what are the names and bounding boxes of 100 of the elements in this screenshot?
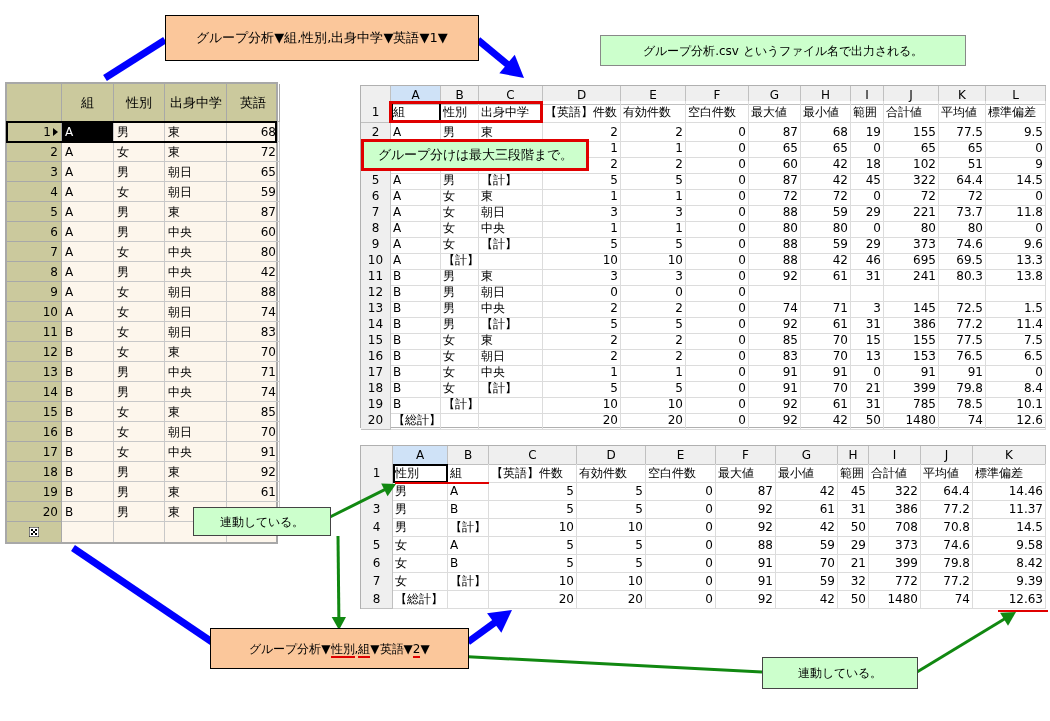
column-header[interactable]: K bbox=[973, 446, 1046, 465]
table-cell-text: 5 bbox=[635, 483, 643, 500]
table-cell-text: 標準偏差 bbox=[975, 465, 1023, 482]
column-header[interactable]: B bbox=[441, 86, 479, 105]
column-header[interactable]: E bbox=[621, 86, 686, 105]
table-cell-text: 女 bbox=[395, 537, 407, 554]
table-cell-text: 0 bbox=[705, 591, 713, 608]
column-header[interactable]: C bbox=[479, 86, 543, 105]
table-cell-text: 92 bbox=[782, 412, 798, 429]
table-cell-text: 32 bbox=[850, 573, 866, 590]
table-cell-text: 範囲 bbox=[853, 103, 877, 121]
table-cell-text: 88 bbox=[782, 204, 798, 221]
table-cell-text: 0 bbox=[738, 188, 746, 205]
column-header[interactable]: G bbox=[749, 86, 801, 105]
column-header[interactable]: D bbox=[543, 86, 621, 105]
column-header[interactable]: H bbox=[838, 446, 869, 465]
checker-icon bbox=[29, 527, 39, 537]
column-header[interactable]: K bbox=[939, 86, 986, 105]
column-header[interactable]: B bbox=[448, 446, 489, 465]
table-cell-text: 46 bbox=[865, 252, 881, 269]
row-number: 14 bbox=[367, 316, 384, 333]
column-header[interactable]: J bbox=[884, 86, 939, 105]
table-cell-text: 女 bbox=[117, 143, 129, 161]
table-cell-text: 77.5 bbox=[956, 332, 983, 349]
column-header[interactable]: F bbox=[686, 86, 749, 105]
row-number: 15 bbox=[367, 332, 384, 349]
column-header[interactable]: C bbox=[489, 446, 577, 465]
table-cell-text: B bbox=[393, 332, 402, 349]
column-header[interactable]: G bbox=[776, 446, 838, 465]
table-cell-text: 77.2 bbox=[956, 316, 983, 333]
table-cell-text: 男 bbox=[443, 300, 455, 317]
table-cell-text: 最大値 bbox=[718, 465, 754, 482]
column-header[interactable]: I bbox=[869, 446, 921, 465]
table-cell-text: 77.2 bbox=[943, 573, 970, 590]
row-number: 13 bbox=[367, 300, 384, 317]
column-header[interactable]: 出身中学 bbox=[165, 84, 227, 122]
row-number: 1 bbox=[372, 465, 381, 482]
table-cell-text: 3 bbox=[873, 300, 881, 317]
table-cell-text: 【計】 bbox=[450, 519, 486, 536]
table-cell-text: 772 bbox=[895, 573, 918, 590]
table-cell-text: 20 bbox=[667, 412, 683, 429]
row-number: 5 bbox=[372, 537, 381, 554]
column-header[interactable]: E bbox=[646, 446, 716, 465]
table-cell-text: 0 bbox=[738, 220, 746, 237]
table-cell-text: 399 bbox=[895, 555, 918, 572]
table-cell-text: 153 bbox=[913, 348, 936, 365]
table-cell-text: 59 bbox=[832, 204, 848, 221]
table-cell-text: 88 bbox=[782, 252, 798, 269]
table-cell-text: 10 bbox=[602, 396, 618, 413]
table-cell-text: 76.5 bbox=[956, 348, 983, 365]
table-cell-text: B bbox=[65, 483, 74, 501]
table-cell-text: 72 bbox=[782, 188, 798, 205]
column-header[interactable]: 性別 bbox=[114, 84, 165, 122]
table-cell-text: 東 bbox=[481, 332, 493, 349]
column-header[interactable]: J bbox=[921, 446, 973, 465]
column-header[interactable]: D bbox=[577, 446, 646, 465]
table-cell-text: A bbox=[65, 183, 74, 201]
table-cell-text: 0 bbox=[675, 284, 683, 301]
table-cell-text: 空白件数 bbox=[688, 103, 736, 121]
table-cell-text: 74.6 bbox=[943, 537, 970, 554]
table-cell-text: A bbox=[65, 163, 74, 181]
table-cell-text: 5 bbox=[566, 501, 574, 518]
table-cell-text: 性別 bbox=[395, 465, 419, 482]
row-number: 17 bbox=[42, 443, 58, 461]
table-cell-text: 155 bbox=[913, 332, 936, 349]
table-cell-text: B bbox=[393, 380, 402, 397]
column-header[interactable]: 英語 bbox=[227, 84, 280, 122]
table-cell-text: 東 bbox=[481, 268, 493, 285]
column-header[interactable]: F bbox=[716, 446, 776, 465]
table-cell-text: 21 bbox=[850, 555, 866, 572]
table-cell-text: 85 bbox=[782, 332, 798, 349]
row-number: 8 bbox=[371, 220, 380, 237]
table-cell-text: 20 bbox=[627, 591, 643, 608]
table-cell-text: 男 bbox=[395, 519, 407, 536]
table-cell-text: 最小値 bbox=[803, 103, 839, 121]
column-header[interactable]: 組 bbox=[62, 84, 114, 122]
table-cell-text: 77.5 bbox=[956, 124, 983, 141]
table-cell-text: 有効件数 bbox=[623, 103, 671, 121]
table-cell-text: 男 bbox=[117, 163, 129, 181]
table-cell-text: 5 bbox=[610, 380, 618, 397]
table-cell-text: 朝日 bbox=[168, 303, 192, 321]
table-cell-text: 5 bbox=[610, 172, 618, 189]
table-cell-text: 1 bbox=[675, 220, 683, 237]
column-header[interactable]: H bbox=[801, 86, 851, 105]
column-header[interactable]: I bbox=[851, 86, 884, 105]
table-cell-text: 80.3 bbox=[956, 268, 983, 285]
table-cell-text: 女 bbox=[117, 283, 129, 301]
column-header[interactable]: L bbox=[986, 86, 1046, 105]
table-cell-text: 11.4 bbox=[1016, 316, 1043, 333]
table-cell-text: 80 bbox=[832, 220, 848, 237]
table-cell-text: 9.58 bbox=[1016, 537, 1043, 554]
table-cell-text: 20 bbox=[558, 591, 574, 608]
table-cell-text: 【英語】件数 bbox=[545, 103, 617, 121]
table-cell-text: 88 bbox=[782, 236, 798, 253]
row-number: 18 bbox=[42, 463, 58, 481]
table-cell-text: B bbox=[393, 364, 402, 381]
table-cell-text: 61 bbox=[832, 316, 848, 333]
table-cell-text: 6.5 bbox=[1023, 348, 1043, 365]
row-pointer-icon bbox=[53, 127, 58, 136]
table-cell-text: 男 bbox=[117, 383, 129, 401]
